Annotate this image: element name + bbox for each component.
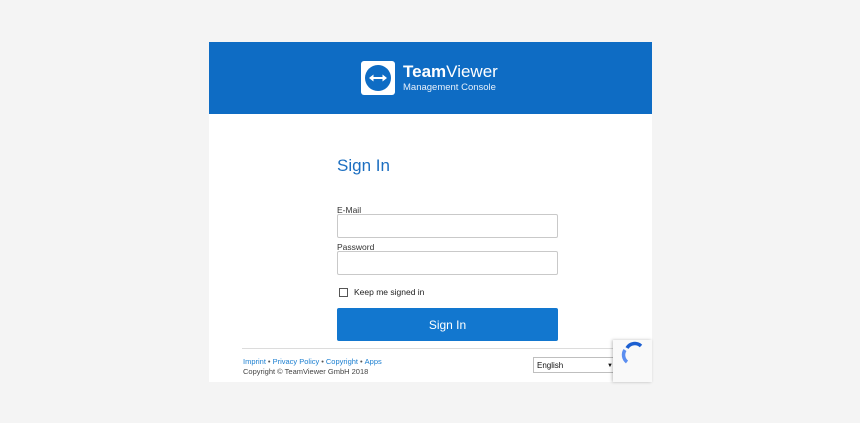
password-field[interactable] (337, 251, 558, 275)
footer-separator: • (321, 357, 324, 366)
brand-subtitle: Management Console (403, 82, 496, 93)
recaptcha-icon (621, 341, 643, 364)
privacy-policy-link[interactable]: Privacy Policy (273, 357, 320, 366)
recaptcha-badge[interactable] (613, 340, 652, 382)
copyright-link[interactable]: Copyright (326, 357, 358, 366)
keep-signed-in-checkbox[interactable] (339, 287, 348, 297)
brand-name: TeamViewer (403, 62, 498, 81)
keep-signed-in[interactable]: Keep me signed in (339, 287, 424, 297)
language-value: English (537, 361, 564, 370)
brand: TeamViewer Management Console (403, 63, 498, 94)
sign-in-button[interactable]: Sign In (337, 308, 558, 341)
email-field[interactable] (337, 214, 558, 238)
login-card: TeamViewer Management Console Sign In E-… (209, 42, 652, 382)
apps-link[interactable]: Apps (365, 357, 382, 366)
footer-separator: • (267, 357, 271, 366)
keep-signed-in-label: Keep me signed in (354, 287, 425, 297)
page-title: Sign In (337, 156, 390, 175)
footer-divider (242, 348, 652, 349)
footer-separator: • (360, 357, 363, 366)
header-banner: TeamViewer Management Console (209, 42, 652, 114)
footer-links: Imprint • Privacy Policy • Copyright • Apps (243, 357, 382, 366)
copyright-text: Copyright © TeamViewer GmbH 2018 (243, 367, 369, 376)
language-select[interactable]: English ▼ (533, 357, 618, 373)
teamviewer-logo-icon (361, 61, 395, 95)
imprint-link[interactable]: Imprint (243, 357, 266, 366)
